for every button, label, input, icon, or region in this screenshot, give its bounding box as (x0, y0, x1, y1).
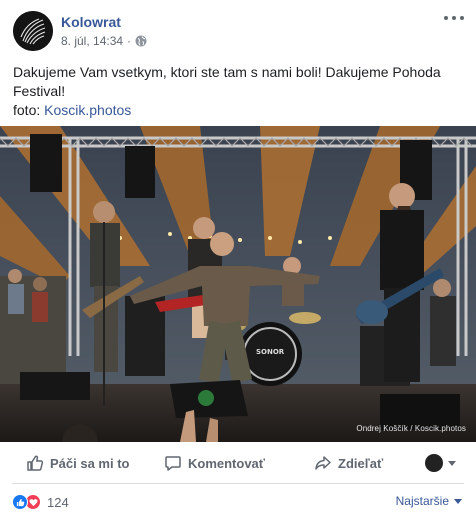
post-as-selector[interactable] (425, 454, 456, 472)
share-button[interactable]: Zdieľať (314, 454, 383, 472)
share-label: Zdieľať (338, 455, 384, 471)
photo-watermark: Ondrej Koščík / Koscik.photos (356, 424, 466, 433)
like-label: Páči sa mi to (50, 455, 130, 471)
chevron-down-icon (448, 460, 456, 466)
more-dot-icon (452, 16, 456, 20)
post-message: Dakujeme Vam vsetkym, ktori ste tam s na… (13, 64, 441, 99)
like-reaction-icon (12, 494, 28, 510)
concert-photo: SONOR (0, 126, 476, 442)
divider (12, 483, 464, 484)
chevron-down-icon (454, 498, 462, 504)
like-button[interactable]: Páči sa mi to (26, 454, 129, 472)
share-arrow-icon (315, 456, 331, 470)
meta-separator: · (127, 34, 132, 48)
page-avatar[interactable] (13, 11, 53, 51)
reactions-summary[interactable]: 124 (12, 492, 69, 512)
comment-button[interactable]: Komentovať (164, 454, 265, 472)
thumbs-up-icon (27, 455, 44, 471)
more-dot-icon (444, 16, 448, 20)
page-name-link[interactable]: Kolowrat (61, 14, 121, 30)
more-options-button[interactable] (444, 10, 464, 26)
more-dot-icon (460, 16, 464, 20)
reaction-count: 124 (47, 494, 69, 510)
sort-label: Najstaršie (395, 494, 449, 508)
post-photo[interactable]: SONOR Ondrej Koščík / Koscik.photos (0, 126, 476, 442)
svg-text:SONOR: SONOR (256, 348, 285, 356)
post-text: Dakujeme Vam vsetkym, ktori ste tam s na… (13, 63, 465, 120)
comment-icon (165, 456, 181, 471)
comment-sort-dropdown[interactable]: Najstaršie (396, 494, 462, 508)
post-action-bar: Páči sa mi to Komentovať Zdieľať (12, 443, 464, 483)
post-meta: 8. júl, 14:34 · (61, 34, 147, 48)
page-avatar-small (425, 454, 443, 472)
post-timestamp[interactable]: 8. júl, 14:34 (61, 34, 123, 48)
comment-label: Komentovať (188, 455, 266, 471)
photo-label: foto: (13, 102, 41, 118)
photographer-link[interactable]: Koscik.photos (44, 102, 131, 118)
facebook-post: Kolowrat 8. júl, 14:34 · Dakujeme Vam vs… (0, 0, 476, 524)
globe-icon[interactable] (135, 35, 147, 47)
photo-credit-line: foto: Koscik.photos (13, 101, 465, 120)
